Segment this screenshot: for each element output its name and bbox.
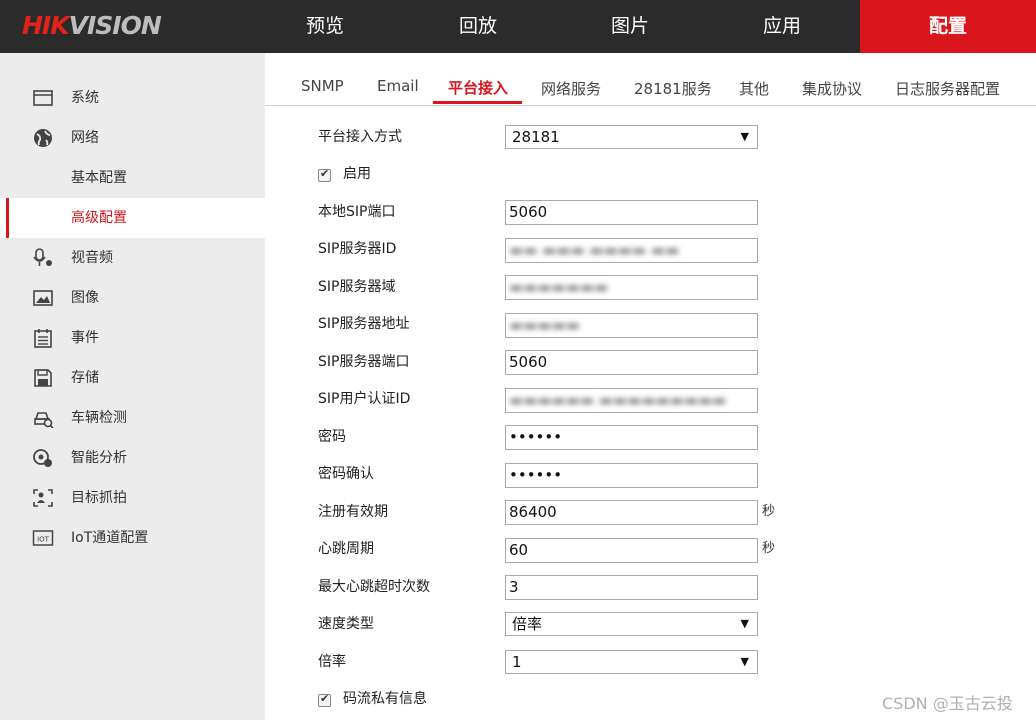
nav-application[interactable]: 应用: [712, 0, 852, 53]
sidebar-item-label: 存储: [71, 370, 99, 386]
hikvision-logo: HIKVISION: [22, 11, 162, 40]
target-capture-icon: [33, 489, 53, 507]
sidebar-item-label: 目标抓拍: [71, 490, 127, 506]
active-tab-underline: [433, 101, 522, 104]
seconds-unit: 秒: [762, 541, 776, 556]
video-audio-icon: [33, 248, 52, 266]
event-icon: [34, 329, 52, 348]
local-sip-port-label: 本地SIP端口: [318, 204, 396, 220]
sidebar-item-video-audio[interactable]: 视音频: [0, 238, 265, 278]
smart-analysis-icon: [33, 449, 52, 467]
speed-type-select[interactable]: 倍率 ▼: [505, 612, 758, 636]
sidebar-item-basic-config[interactable]: 基本配置: [0, 158, 265, 198]
sip-server-port-label: SIP服务器端口: [318, 354, 410, 370]
sidebar-item-system[interactable]: 系统: [0, 78, 265, 118]
heartbeat-period-input[interactable]: 60: [505, 538, 758, 563]
sip-server-domain-label: SIP服务器域: [318, 279, 396, 295]
nav-configuration[interactable]: 配置: [860, 0, 1036, 53]
sip-server-port-input[interactable]: 5060: [505, 350, 758, 375]
sidebar-item-label: 基本配置: [71, 170, 127, 186]
nav-picture[interactable]: 图片: [560, 0, 700, 53]
tab-snmp[interactable]: SNMP: [301, 77, 344, 95]
system-icon: [33, 90, 53, 106]
sidebar-item-label: 系统: [71, 90, 99, 106]
seconds-unit: 秒: [762, 504, 776, 519]
enable-checkbox[interactable]: [318, 167, 331, 182]
register-validity-label: 注册有效期: [318, 504, 388, 520]
sidebar-item-label: 事件: [71, 330, 99, 346]
sip-server-domain-input[interactable]: ▬▬▬▬▬▬▬: [505, 275, 758, 300]
nav-preview[interactable]: 预览: [255, 0, 395, 53]
iot-icon: IOT: [32, 530, 54, 546]
stream-private-info-label: 码流私有信息: [343, 691, 427, 707]
redacted-value: ▬▬▬▬▬▬ ▬▬▬▬▬▬▬▬▬: [509, 391, 727, 409]
local-sip-port-input[interactable]: 5060: [505, 200, 758, 225]
sidebar: 系统 网络 基本配置 高级配置 视音频 图像 事件 存储 车辆检测 智能分析 目…: [0, 53, 265, 720]
password-label: 密码: [318, 429, 346, 445]
image-icon: [33, 290, 53, 306]
sidebar-item-network[interactable]: 网络: [0, 118, 265, 158]
sidebar-item-label: 智能分析: [71, 450, 127, 466]
network-globe-icon: [34, 129, 52, 147]
dropdown-arrow-icon: ▼: [740, 617, 749, 630]
sip-server-id-input[interactable]: ▬▬ ▬▬▬ ▬▬▬▬ ▬▬: [505, 238, 758, 263]
max-heartbeat-timeout-input[interactable]: 3: [505, 575, 758, 600]
tab-platform-access[interactable]: 平台接入: [448, 77, 508, 98]
tab-log-server-config[interactable]: 日志服务器配置: [895, 78, 1000, 99]
access-mode-select[interactable]: 28181 ▼: [505, 125, 758, 149]
tab-other[interactable]: 其他: [739, 78, 769, 99]
redacted-value: ▬▬▬▬▬▬▬: [509, 278, 609, 296]
sidebar-item-target-capture[interactable]: 目标抓拍: [0, 478, 265, 518]
csdn-watermark: CSDN @玉古云投: [882, 694, 1013, 713]
speed-type-label: 速度类型: [318, 616, 374, 632]
sidebar-item-label: IoT通道配置: [71, 530, 149, 546]
sidebar-item-label: 图像: [71, 290, 99, 306]
rate-select[interactable]: 1 ▼: [505, 650, 758, 674]
password-confirm-input[interactable]: ••••••: [505, 463, 758, 488]
svg-text:IOT: IOT: [37, 536, 50, 544]
sidebar-item-smart-analysis[interactable]: 智能分析: [0, 438, 265, 478]
storage-icon: [34, 369, 52, 387]
sidebar-item-iot-channel[interactable]: IOT IoT通道配置: [0, 518, 265, 558]
tab-28181-service[interactable]: 28181服务: [634, 78, 712, 99]
sip-auth-id-label: SIP用户认证ID: [318, 391, 411, 407]
sip-auth-id-input[interactable]: ▬▬▬▬▬▬ ▬▬▬▬▬▬▬▬▬: [505, 388, 758, 413]
tab-email[interactable]: Email: [377, 77, 419, 95]
password-input[interactable]: ••••••: [505, 425, 758, 450]
vehicle-detection-icon: [34, 412, 54, 428]
dropdown-arrow-icon: ▼: [740, 130, 749, 143]
sidebar-item-vehicle-detection[interactable]: 车辆检测: [0, 398, 265, 438]
heartbeat-period-label: 心跳周期: [318, 541, 374, 557]
access-mode-label: 平台接入方式: [318, 129, 402, 145]
sip-server-id-label: SIP服务器ID: [318, 241, 397, 257]
register-validity-input[interactable]: 86400: [505, 500, 758, 525]
active-indicator: [6, 198, 9, 238]
sidebar-item-label: 网络: [71, 130, 99, 146]
nav-playback[interactable]: 回放: [408, 0, 548, 53]
top-navigation-bar: HIKVISION 预览 回放 图片 应用 配置: [0, 0, 1036, 53]
sidebar-item-label: 高级配置: [71, 210, 127, 226]
enable-label: 启用: [343, 166, 371, 182]
sidebar-item-advanced-config[interactable]: 高级配置: [0, 198, 265, 238]
stream-private-info-checkbox[interactable]: [318, 692, 331, 707]
sidebar-item-event[interactable]: 事件: [0, 318, 265, 358]
rate-label: 倍率: [318, 654, 346, 670]
sidebar-item-image[interactable]: 图像: [0, 278, 265, 318]
redacted-value: ▬▬ ▬▬▬ ▬▬▬▬ ▬▬: [509, 241, 680, 259]
sidebar-item-label: 车辆检测: [71, 410, 127, 426]
sip-server-address-input[interactable]: ▬▬▬▬▬: [505, 313, 758, 338]
password-confirm-label: 密码确认: [318, 466, 374, 482]
redacted-value: ▬▬▬▬▬: [509, 316, 580, 334]
tab-network-service[interactable]: 网络服务: [541, 78, 601, 99]
sip-server-address-label: SIP服务器地址: [318, 316, 410, 332]
dropdown-arrow-icon: ▼: [740, 655, 749, 668]
sidebar-item-label: 视音频: [71, 250, 113, 266]
sidebar-item-storage[interactable]: 存储: [0, 358, 265, 398]
max-heartbeat-timeout-label: 最大心跳超时次数: [318, 579, 430, 595]
tab-integration-protocol[interactable]: 集成协议: [802, 78, 862, 99]
